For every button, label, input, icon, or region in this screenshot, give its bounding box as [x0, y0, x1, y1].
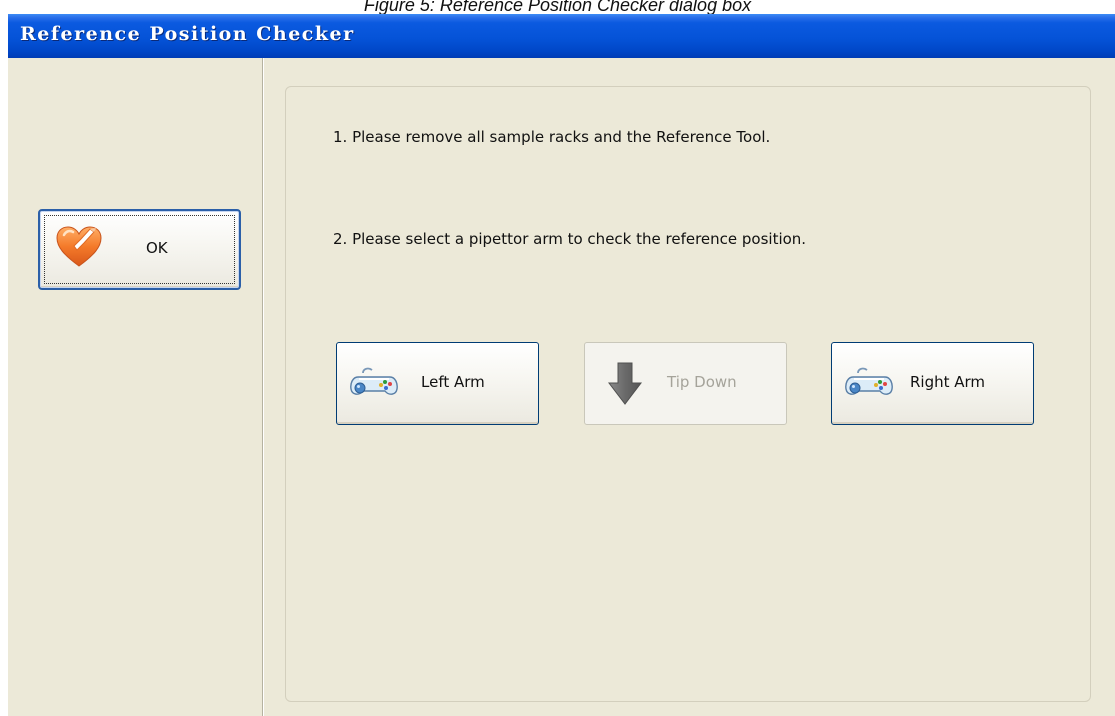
left-arm-label: Left Arm [421, 373, 485, 391]
window-title: Reference Position Checker [20, 23, 355, 45]
left-arm-button[interactable]: Left Arm [336, 342, 539, 425]
gamepad-icon [844, 367, 894, 403]
instruction-remove-racks: 1. Please remove all sample racks and th… [333, 128, 771, 146]
down-arrow-icon [607, 361, 643, 411]
right-arm-label: Right Arm [910, 373, 986, 391]
left-panel: OK [8, 58, 263, 716]
heart-check-icon [54, 224, 104, 272]
ok-button-label: OK [146, 239, 168, 257]
instruction-select-arm: 2. Please select a pipettor arm to check… [333, 230, 807, 248]
ok-button[interactable]: OK [38, 209, 241, 290]
title-bar[interactable]: Reference Position Checker [8, 14, 1115, 58]
tip-down-label: Tip Down [667, 373, 737, 391]
right-arm-button[interactable]: Right Arm [831, 342, 1034, 425]
tip-down-button: Tip Down [584, 342, 787, 425]
gamepad-icon [349, 367, 399, 403]
instruction-panel: 1. Please remove all sample racks and th… [285, 86, 1091, 702]
reference-position-checker-window: Reference Position Checker OK 1. Please … [8, 14, 1115, 716]
